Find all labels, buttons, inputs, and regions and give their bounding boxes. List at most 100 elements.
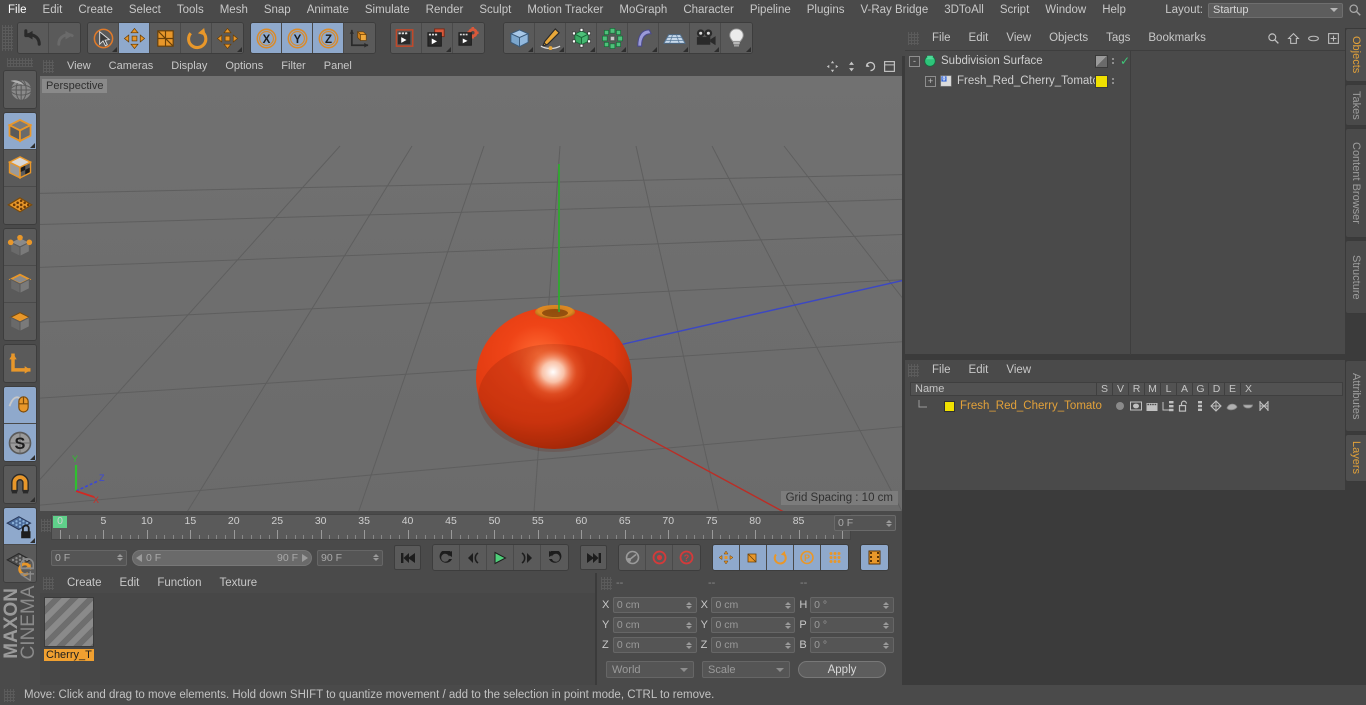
coordinate-grip[interactable] — [601, 576, 612, 590]
status-grip[interactable] — [4, 688, 15, 702]
goto-start-button[interactable] — [394, 545, 421, 570]
axis-modify-button[interactable] — [4, 345, 36, 382]
object-row[interactable]: +0 Fresh_Red_Cherry_Tomato — [905, 71, 1345, 91]
pan-icon[interactable] — [826, 60, 839, 73]
edges-mode-button[interactable] — [4, 266, 36, 303]
step-back-frame-button[interactable] — [460, 545, 487, 570]
menu-pipeline[interactable]: Pipeline — [742, 0, 799, 20]
display-tag[interactable] — [1095, 54, 1108, 68]
visibility-dots-icon[interactable] — [1112, 78, 1114, 84]
timeline-range-slider[interactable]: 0 F 90 F — [132, 549, 312, 566]
undo-button[interactable] — [18, 23, 49, 53]
layer-col-X[interactable]: X — [1240, 383, 1256, 395]
menu-v-ray-bridge[interactable]: V-Ray Bridge — [852, 0, 936, 20]
menu-simulate[interactable]: Simulate — [357, 0, 418, 20]
coord-system-dropdown[interactable]: World — [606, 661, 694, 678]
search-icon[interactable] — [1267, 32, 1280, 45]
rotate-view-icon[interactable] — [864, 60, 877, 73]
menu-character[interactable]: Character — [675, 0, 742, 20]
stepper-icon[interactable] — [885, 519, 892, 527]
tab-content-browser[interactable]: Content Browser — [1345, 128, 1366, 238]
model-mode-button[interactable] — [4, 113, 36, 150]
layer-col-G[interactable]: G — [1192, 383, 1208, 395]
camera-button[interactable] — [690, 23, 721, 53]
viewport-menu-options[interactable]: Options — [216, 56, 272, 76]
stepper-icon[interactable] — [883, 601, 890, 609]
points-mode-button[interactable] — [4, 229, 36, 266]
array-button[interactable] — [597, 23, 628, 53]
stepper-icon[interactable] — [686, 641, 693, 649]
stepper-icon[interactable] — [784, 621, 791, 629]
coord-value-field[interactable]: 0 cm — [711, 637, 796, 653]
menu-tools[interactable]: Tools — [169, 0, 212, 20]
coord-value-field[interactable]: 0 cm — [612, 637, 697, 653]
range-right-arrow-icon[interactable] — [301, 553, 308, 562]
y-axis-button[interactable]: Y — [282, 23, 313, 53]
move-alt-button[interactable] — [212, 23, 243, 53]
menu-3dtoall[interactable]: 3DToAll — [936, 0, 992, 20]
viewport-3d[interactable]: Perspective Grid Spacing : 10 cm Y Z X — [40, 76, 902, 511]
layer-col-V[interactable]: V — [1112, 383, 1128, 395]
coord-value-field[interactable]: 0 cm — [612, 617, 697, 633]
coord-value-field[interactable]: 0 ° — [810, 637, 894, 653]
size-mode-dropdown[interactable]: Scale — [702, 661, 790, 678]
spline-pen-button[interactable] — [535, 23, 566, 53]
tab-objects[interactable]: Objects — [1345, 28, 1366, 82]
generator-icon[interactable] — [1210, 400, 1222, 412]
layer-col-D[interactable]: D — [1208, 383, 1224, 395]
model-globe-button[interactable] — [4, 71, 36, 108]
stepper-icon[interactable] — [784, 601, 791, 609]
object-menu-objects[interactable]: Objects — [1040, 28, 1097, 48]
select-live-button[interactable] — [88, 23, 119, 53]
workplane-button[interactable] — [4, 187, 36, 224]
redo-button[interactable] — [49, 23, 80, 53]
menu-window[interactable]: Window — [1037, 0, 1094, 20]
tab-attributes[interactable]: Attributes — [1345, 360, 1366, 432]
menu-animate[interactable]: Animate — [299, 0, 357, 20]
tab-structure[interactable]: Structure — [1345, 240, 1366, 314]
rotate-button[interactable] — [181, 23, 212, 53]
material-menu-texture[interactable]: Texture — [210, 573, 266, 593]
viewport-solo-button[interactable] — [4, 387, 36, 424]
solo-dot-icon[interactable] — [1114, 400, 1126, 412]
menu-motion-tracker[interactable]: Motion Tracker — [519, 0, 611, 20]
keyframe-selection-button[interactable]: ? — [673, 545, 700, 570]
step-fwd-key-button[interactable] — [541, 545, 568, 570]
menu-help[interactable]: Help — [1094, 0, 1134, 20]
scale-button[interactable] — [150, 23, 181, 53]
material-menu-create[interactable]: Create — [58, 573, 111, 593]
tab-layers[interactable]: Layers — [1345, 434, 1366, 482]
viewport-menu-cameras[interactable]: Cameras — [100, 56, 163, 76]
animation-icon[interactable] — [1194, 400, 1206, 412]
stepper-icon[interactable] — [883, 621, 890, 629]
collapse-icon[interactable]: - — [909, 55, 920, 67]
lock-open-icon[interactable] — [1178, 400, 1190, 412]
step-fwd-frame-button[interactable] — [514, 545, 541, 570]
menu-render[interactable]: Render — [418, 0, 472, 20]
move-button[interactable] — [119, 23, 150, 53]
tab-takes[interactable]: Takes — [1345, 84, 1366, 126]
visibility-dots-icon[interactable] — [1112, 58, 1114, 64]
cube-primitive-button[interactable] — [504, 23, 535, 53]
manager-icon[interactable] — [1162, 400, 1174, 412]
render-icon[interactable] — [1146, 400, 1158, 412]
viewport-menu-view[interactable]: View — [58, 56, 100, 76]
layer-color-swatch[interactable] — [944, 400, 955, 412]
material-menu-function[interactable]: Function — [148, 573, 210, 593]
menu-file[interactable]: File — [0, 0, 35, 20]
maximize-view-icon[interactable] — [883, 60, 896, 73]
object-menu-tags[interactable]: Tags — [1097, 28, 1139, 48]
soft-selection-button[interactable]: S — [4, 424, 36, 461]
coord-value-field[interactable]: 0 ° — [810, 597, 894, 613]
add-layer-icon[interactable] — [1327, 32, 1340, 45]
expression-icon[interactable] — [1242, 400, 1254, 412]
layer-col-L[interactable]: L — [1160, 383, 1176, 395]
render-picture-button[interactable] — [422, 23, 453, 53]
object-tree[interactable]: - Subdivision Surface ✓ +0 Fresh_Red_Cherry_… — [905, 50, 1345, 355]
deformer-icon[interactable] — [1226, 400, 1238, 412]
object-menu-edit[interactable]: Edit — [960, 28, 998, 48]
zoom-icon[interactable] — [845, 60, 858, 73]
z-axis-button[interactable]: Z — [313, 23, 344, 53]
expand-icon[interactable]: + — [925, 75, 936, 87]
goto-end-button[interactable] — [580, 545, 607, 570]
